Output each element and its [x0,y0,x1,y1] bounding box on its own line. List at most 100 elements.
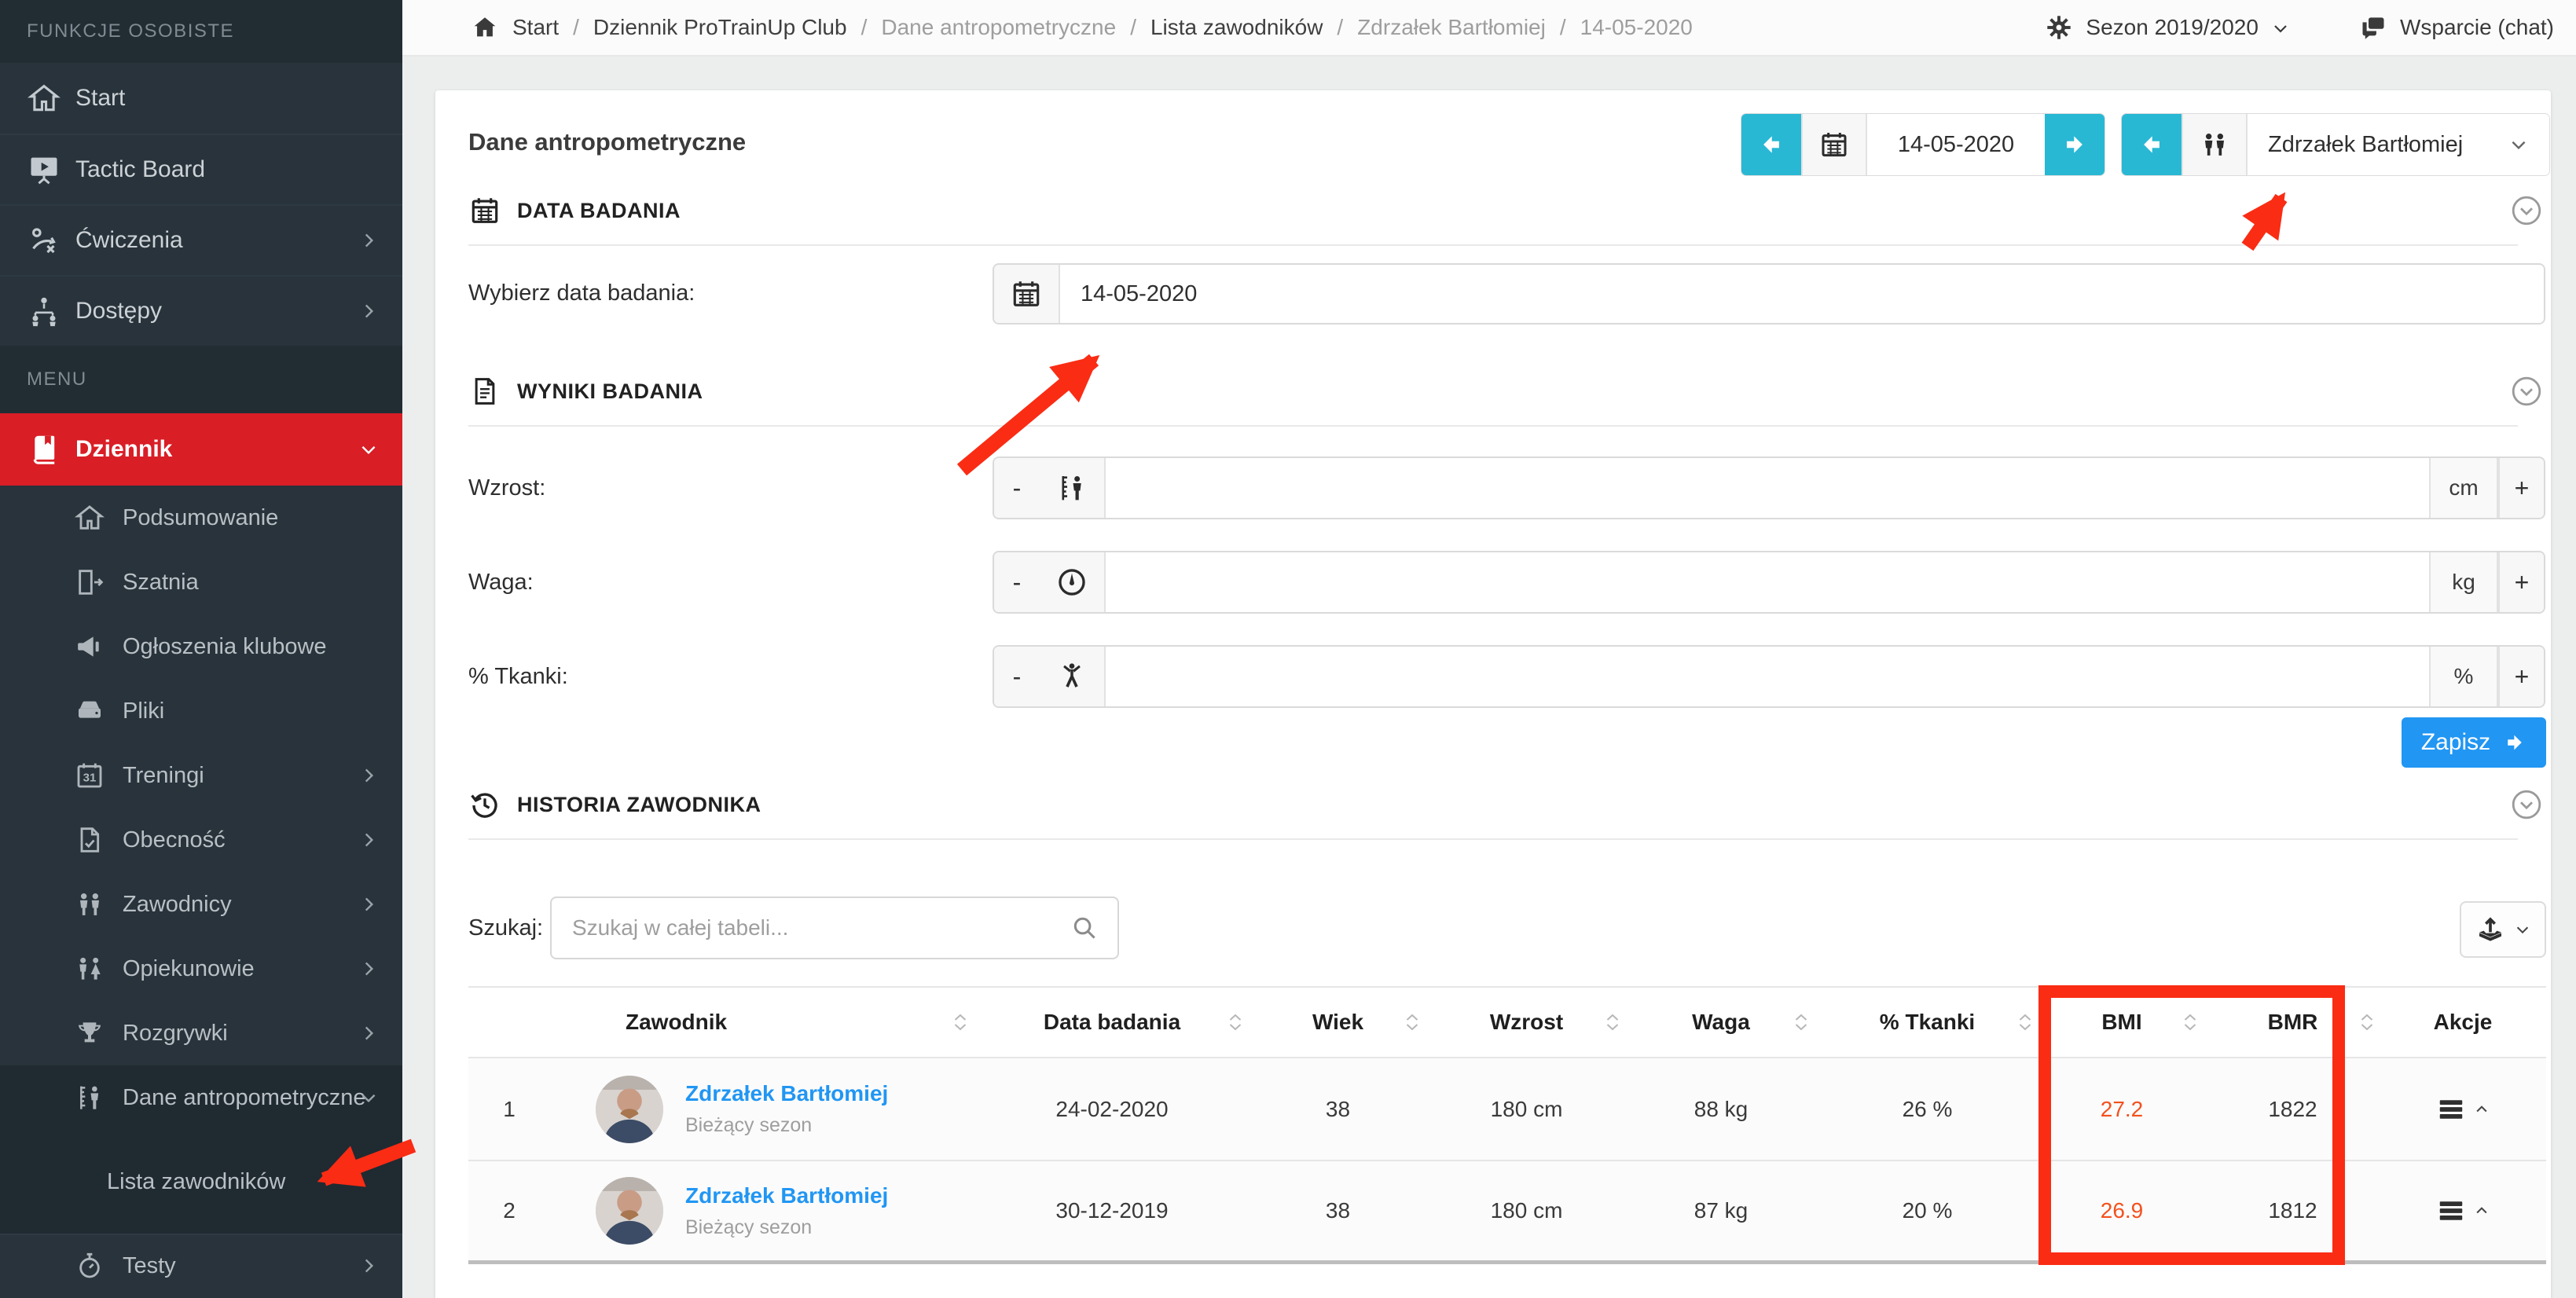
protrainup-app: FUNKCJE OSOBISTE Start Tactic Board Ćwic… [0,0,2576,1298]
season-selector[interactable]: Sezon 2019/2020 [2045,13,2290,42]
sidebar-item-rozgrywki[interactable]: Rozgrywki [0,1001,402,1065]
date-prev-button[interactable] [1741,114,1801,175]
chevron-down-icon [358,1087,379,1108]
sidebar-item-dostepy[interactable]: Dostępy [0,275,402,346]
menu-icon [2436,1196,2466,1226]
header-zawodnik[interactable]: Zawodnik [550,988,974,1057]
breadcrumb: Start / Dziennik ProTrainUp Club / Dane … [472,14,1693,41]
locker-room-icon [74,566,105,598]
row-actions-button[interactable] [2436,1196,2490,1226]
search-input[interactable] [552,915,1070,940]
tactic-board-icon [27,152,61,187]
breadcrumb-lista[interactable]: Lista zawodników [1150,15,1323,40]
section-wyniki-badania: WYNIKI BADANIA [468,375,703,408]
header-wiek[interactable]: Wiek [1249,988,1426,1057]
export-button[interactable] [2460,901,2546,958]
sidebar: FUNKCJE OSOBISTE Start Tactic Board Ćwic… [0,0,402,1298]
sidebar-item-szatnia[interactable]: Szatnia [0,550,402,614]
breadcrumb-dane[interactable]: Dane antropometryczne [881,15,1116,40]
height-minus-button[interactable]: - [994,458,1040,518]
main-card: Dane antropometryczne 14-05-2020 Zdrzałe… [435,90,2551,1298]
sidebar-item-start[interactable]: Start [0,63,402,134]
sidebar-item-lista-zawodnikow[interactable]: Lista zawodników [0,1130,402,1234]
sort-icon [1792,1010,1811,1035]
breadcrumb-dziennik[interactable]: Dziennik ProTrainUp Club [593,15,847,40]
chevron-up-icon [2474,1102,2490,1117]
save-button[interactable]: Zapisz [2402,717,2546,768]
players-icon [2182,114,2248,175]
sidebar-item-tactic-board[interactable]: Tactic Board [0,134,402,204]
bmi-value: 26.9 [2039,1161,2204,1260]
bodyfat-minus-button[interactable]: - [994,647,1040,706]
header-waga[interactable]: Waga [1627,988,1815,1057]
chevron-right-icon [358,301,379,321]
exam-date-input-group [994,265,2544,323]
height-input[interactable] [1106,458,2429,518]
chevron-right-icon [358,1023,379,1043]
height-plus-button[interactable]: + [2498,458,2544,518]
access-icon [27,294,61,328]
date-next-button[interactable] [2045,114,2104,175]
sort-icon [1603,1010,1622,1035]
sidebar-item-opiekunowie[interactable]: Opiekunowie [0,937,402,1001]
player-select[interactable]: Zdrzałek Bartłomiej [2248,114,2549,175]
weight-minus-button[interactable]: - [994,552,1040,612]
players-icon [74,889,105,920]
chevron-down-icon [2514,921,2531,938]
table-header-row: Zawodnik Data badania Wiek Wzrost Waga %… [468,986,2546,1058]
player-season: Bieżący sezon [685,1216,888,1239]
header-wzrost[interactable]: Wzrost [1426,988,1627,1057]
date-nav-value[interactable]: 14-05-2020 [1867,114,2045,175]
weight-plus-button[interactable]: + [2498,552,2544,612]
bmi-value: 27.2 [2039,1058,2204,1160]
sidebar-item-dziennik[interactable]: Dziennik [0,413,402,486]
sidebar-item-podsumowanie[interactable]: Podsumowanie [0,486,402,550]
header-tkanki[interactable]: % Tkanki [1815,988,2039,1057]
collapse-section-icon[interactable] [2510,788,2543,821]
weight-input[interactable] [1106,552,2429,612]
weight-field-label: Waga: [468,570,534,596]
divider [468,425,2518,427]
sidebar-item-obecnosc[interactable]: Obecność [0,808,402,872]
history-table: Zawodnik Data badania Wiek Wzrost Waga %… [468,986,2546,1264]
sort-icon [1226,1010,1245,1035]
height-input-group: - cm + [994,458,2544,518]
trophy-icon [74,1018,105,1049]
sidebar-item-zawodnicy[interactable]: Zawodnicy [0,872,402,937]
chevron-right-icon [358,894,379,915]
collapse-section-icon[interactable] [2510,375,2543,408]
header-akcje: Akcje [2381,988,2545,1057]
breadcrumb-date[interactable]: 14-05-2020 [1580,15,1693,40]
header-bmi[interactable]: BMI [2039,988,2204,1057]
chevron-up-icon [2474,1203,2490,1219]
header-data-badania[interactable]: Data badania [974,988,1249,1057]
chevron-down-icon [2508,134,2529,155]
chevron-right-icon [358,959,379,979]
row-actions-button[interactable] [2436,1094,2490,1124]
sort-icon [951,1010,970,1035]
divider [468,838,2518,840]
bodyfat-plus-button[interactable]: + [2498,647,2544,706]
sidebar-item-testy[interactable]: Testy [0,1234,402,1296]
support-chat-link[interactable]: Wsparcie (chat) [2359,13,2554,42]
megaphone-icon [74,631,105,662]
sidebar-item-pliki[interactable]: Pliki [0,679,402,743]
exam-date-input[interactable] [1060,265,2544,323]
exercises-icon [27,223,61,258]
player-prev-button[interactable] [2122,114,2182,175]
player-link[interactable]: Zdrzałek Bartłomiej [685,1081,888,1106]
player-link[interactable]: Zdrzałek Bartłomiej [685,1183,888,1208]
section-data-badania: DATA BADANIA [468,194,681,227]
breadcrumb-player[interactable]: Zdrzałek Bartłomiej [1357,15,1546,40]
sidebar-item-cwiczenia[interactable]: Ćwiczenia [0,204,402,275]
breadcrumb-start[interactable]: Start [512,15,559,40]
home-icon[interactable] [472,14,498,41]
menu-icon [2436,1094,2466,1124]
sidebar-item-ogloszenia[interactable]: Ogłoszenia klubowe [0,614,402,679]
player-navigator: Zdrzałek Bartłomiej [2122,114,2549,175]
bodyfat-input[interactable] [1106,647,2429,706]
sidebar-item-treningi[interactable]: Treningi [0,743,402,808]
header-bmr[interactable]: BMR [2204,988,2381,1057]
sidebar-item-dane-antropometryczne[interactable]: Dane antropometryczne [0,1065,402,1130]
collapse-section-icon[interactable] [2510,194,2543,227]
